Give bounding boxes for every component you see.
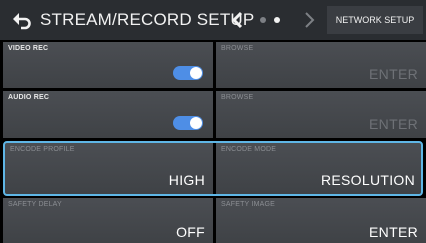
audio-rec-label: AUDIO REC <box>8 94 50 101</box>
video-browse-value: ENTER <box>369 66 418 82</box>
page-dot-2 <box>274 17 280 23</box>
chevron-left-icon[interactable] <box>231 11 245 29</box>
audio-browse-label: BROWSE <box>221 94 254 101</box>
audio-browse-cell[interactable]: BROWSE ENTER <box>216 91 426 138</box>
audio-rec-toggle[interactable] <box>173 116 203 130</box>
page-indicator <box>260 17 290 25</box>
video-rec-cell[interactable]: VIDEO REC <box>3 42 213 88</box>
safety-delay-cell[interactable]: SAFETY DELAY OFF <box>3 198 213 243</box>
safety-image-label: SAFETY IMAGE <box>221 201 276 208</box>
video-rec-label: VIDEO REC <box>8 45 49 52</box>
page-title: STREAM/RECORD SETUP <box>40 10 255 29</box>
video-rec-toggle[interactable] <box>173 66 203 80</box>
safety-image-cell[interactable]: SAFETY IMAGE ENTER <box>216 198 426 243</box>
audio-browse-value: ENTER <box>369 116 418 132</box>
safety-delay-label: SAFETY DELAY <box>8 201 62 208</box>
toggle-knob <box>190 117 202 129</box>
network-setup-button[interactable]: NETWORK SETUP <box>327 6 423 34</box>
page-dot-1 <box>260 17 266 23</box>
audio-rec-cell[interactable]: AUDIO REC <box>3 91 213 138</box>
return-arrow-icon[interactable] <box>10 8 34 32</box>
safety-delay-value: OFF <box>176 224 205 240</box>
encode-mode-value: RESOLUTION <box>320 172 415 188</box>
title-bar: STREAM/RECORD SETUP NETWORK SETUP <box>0 0 426 40</box>
encode-profile-value: HIGH <box>168 172 205 188</box>
encode-profile-label: ENCODE PROFILE <box>10 146 75 153</box>
chevron-right-icon[interactable] <box>302 11 316 29</box>
safety-image-value: ENTER <box>369 224 418 240</box>
video-browse-cell[interactable]: BROWSE ENTER <box>216 42 426 88</box>
encode-mode-cell[interactable]: ENCODE MODE RESOLUTION <box>216 143 421 194</box>
toggle-knob <box>190 67 202 79</box>
encode-mode-label: ENCODE MODE <box>221 146 277 153</box>
encode-profile-cell[interactable]: ENCODE PROFILE HIGH <box>5 143 213 194</box>
video-browse-label: BROWSE <box>221 45 254 52</box>
